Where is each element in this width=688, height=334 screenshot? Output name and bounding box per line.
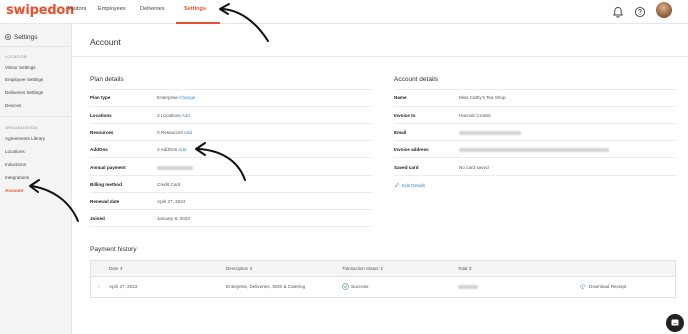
plan-type-label: Plan type [90,95,111,100]
divider [394,157,676,158]
sidebar-item-locations[interactable]: Locations [5,149,25,154]
payment-history-heading: Payment history [90,246,137,253]
plan-type-value: Enterprise Change [157,95,196,100]
divider [90,106,372,107]
sidebar-item-visitor-settings[interactable]: Visitor Settings [5,65,36,70]
change-plan-link[interactable]: Change [179,95,195,100]
sidebar-section-location: LOCATION [5,54,27,59]
divider [0,46,72,47]
plan-details-heading: Plan details [90,76,124,83]
download-receipt-link[interactable]: Download Receipt [589,284,626,289]
divider [394,175,676,176]
nav-deliveries[interactable]: Deliveries [140,6,165,12]
billing-method-label: Billing method [90,182,122,187]
divider [90,175,372,176]
divider [394,106,676,107]
row-date: April 27, 2023 [109,284,138,289]
divider [90,192,372,193]
column-header-transaction-status[interactable]: Transaction Status ⇕ [342,266,383,272]
resources-value: 0 Resources Add [157,130,193,135]
column-header-total[interactable]: Total ⇕ [458,266,472,272]
joined-value: January 6, 2023 [157,216,190,221]
renewal-date-value: April 27, 2024 [157,199,186,204]
avatar[interactable] [656,2,672,18]
divider [90,123,372,124]
bell-icon[interactable] [611,5,625,19]
sidebar-item-integrations[interactable]: Integrations [5,175,29,180]
saved-card-label: Saved card [394,165,419,170]
resources-label: Resources [90,130,114,135]
annual-payment-label: Annual payment [90,165,126,170]
joined-label: Joined [90,216,105,221]
billing-method-value: Credit Card [157,182,181,187]
help-icon[interactable] [633,5,647,19]
add-locations-link[interactable]: Add [182,113,190,118]
annual-payment-value-redacted [157,166,193,170]
settings-sidebar: Settings LOCATION Visitor Settings Emplo… [0,24,72,334]
page-title: Account [90,37,121,47]
invoice-address-value-redacted [459,148,609,152]
sidebar-item-agreements-library[interactable]: Agreements Library [5,136,45,141]
locations-label: Locations [90,113,112,118]
sidebar-item-account[interactable]: Account [5,188,23,193]
divider [90,226,372,227]
email-label: Email [394,130,407,135]
divider [90,209,372,210]
divider [394,123,676,124]
sidebar-item-devices[interactable]: Devices [5,103,21,108]
table-header: Date ⇕ Description ⇕ Transaction Status … [91,261,675,277]
invoice-address-label: Invoice address [394,147,429,152]
row-total-redacted [458,285,478,289]
addons-value: 3 AddOns Add [157,147,187,152]
add-addons-link[interactable]: Add [178,147,186,152]
locations-value: 3 Locations Add [157,113,190,118]
divider [394,140,676,141]
download-icon[interactable] [579,283,586,290]
invoice-to-value: Hannah Crossit [459,113,491,118]
invoice-to-label: Invoice to [394,113,416,118]
sidebar-item-inductions[interactable]: Inductions [5,162,26,167]
sort-icon: ⇕ [119,266,124,271]
edit-details-link[interactable]: Edit Details [402,183,425,188]
column-header-description[interactable]: Description ⇕ [226,266,253,272]
sidebar-section-organization: ORGANIZATION [5,125,38,130]
row-description: Enterprise, Deliveries, SMS & Catering [226,284,306,289]
brand-logo[interactable]: swipedon [6,3,74,18]
sort-icon: ⇕ [249,266,253,271]
expand-row-icon[interactable]: › [98,284,100,289]
divider [394,89,676,90]
sidebar-title: Settings [14,34,38,41]
top-navigation-bar: swipedon Visitors Employees Deliveries S… [0,0,688,24]
renewal-date-label: Renewal date [90,199,120,204]
divider [90,140,372,141]
sort-icon: ⇕ [468,266,473,271]
divider [90,157,372,158]
row-status: Success [351,284,369,289]
divider [72,56,688,57]
sidebar-item-deliveries-settings[interactable]: Deliveries Settings [5,90,43,95]
nav-settings[interactable]: Settings [184,6,206,12]
nav-active-indicator [176,22,220,24]
saved-card-value: No card saved [459,165,489,170]
email-value-redacted [459,131,521,135]
name-label: Name [394,95,407,100]
chat-launcher-button[interactable] [666,314,684,332]
nav-visitors[interactable]: Visitors [68,6,86,12]
nav-employees[interactable]: Employees [98,6,126,12]
name-value: Miss Cathy's Tea Shop [459,95,506,100]
addons-label: AddOns [90,147,108,152]
payment-history-table: Date ⇕ Description ⇕ Transaction Status … [90,260,676,298]
chat-icon [671,319,679,326]
gear-icon [5,34,11,40]
edit-icon[interactable] [394,182,400,188]
column-header-date[interactable]: Date ⇕ [109,266,123,272]
divider [0,116,72,117]
check-circle-icon [342,283,349,290]
sidebar-item-employee-settings[interactable]: Employee Settings [5,77,43,82]
add-resources-link[interactable]: Add [184,130,192,135]
sort-icon: ⇕ [379,266,384,271]
divider [90,89,372,90]
account-details-heading: Account details [394,76,439,83]
